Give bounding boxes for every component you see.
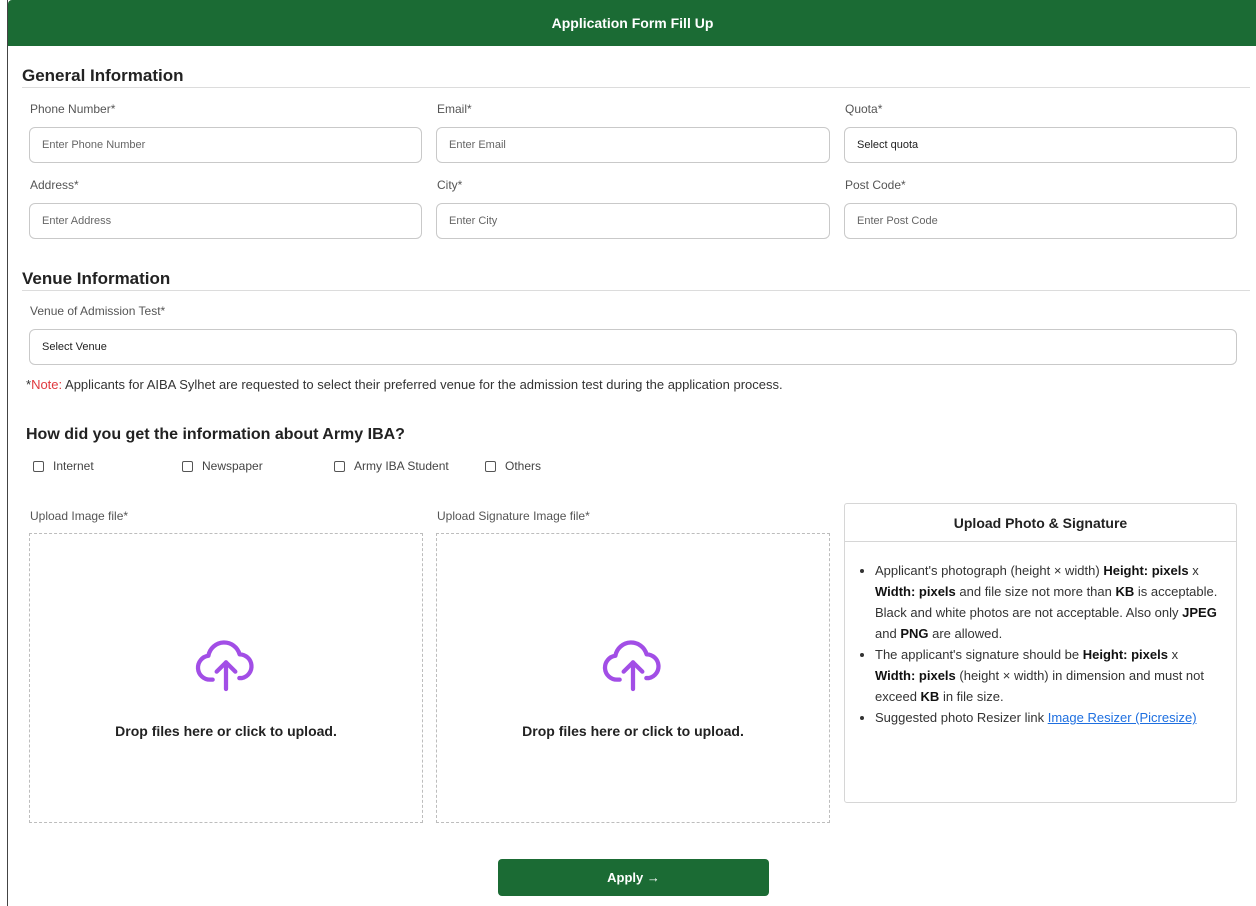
- info-bold: PNG: [900, 626, 929, 641]
- venue-info-divider: [22, 290, 1250, 291]
- info-list: Applicant's photograph (height × width) …: [845, 542, 1236, 728]
- signature-drop-text: Drop files here or click to upload.: [522, 723, 744, 739]
- cloud-upload-icon: [602, 640, 661, 692]
- email-input[interactable]: Enter Email: [436, 127, 830, 163]
- venue-note: *Note: Applicants for AIBA Sylhet are re…: [26, 377, 783, 392]
- phone-label: Phone Number*: [30, 102, 116, 116]
- email-label: Email*: [437, 102, 472, 116]
- info-resizer-rule: Suggested photo Resizer link Image Resiz…: [875, 707, 1220, 728]
- info-photo-rule: Applicant's photograph (height × width) …: [875, 560, 1220, 644]
- general-info-title: General Information: [22, 66, 184, 85]
- info-bold: KB: [920, 689, 940, 704]
- info-title: Upload Photo & Signature: [845, 504, 1236, 542]
- internet-label: Internet: [53, 459, 94, 473]
- info-text: x: [1188, 563, 1199, 578]
- image-resizer-link[interactable]: Image Resizer (Picresize): [1048, 710, 1197, 725]
- army-iba-student-checkbox[interactable]: [334, 460, 345, 472]
- venue-select[interactable]: Select Venue: [29, 329, 1237, 365]
- address-label: Address*: [30, 178, 79, 192]
- newspaper-checkbox[interactable]: [182, 460, 193, 472]
- quota-label: Quota*: [845, 102, 883, 116]
- image-drop-text: Drop files here or click to upload.: [115, 723, 337, 739]
- quota-select[interactable]: Select quota: [844, 127, 1237, 163]
- option-army-iba-student[interactable]: Army IBA Student: [334, 459, 449, 473]
- info-text: and: [875, 626, 901, 641]
- info-bold: JPEG: [1182, 605, 1217, 620]
- info-text: Applicant's photograph (height × width): [875, 563, 1104, 578]
- army-iba-student-label: Army IBA Student: [354, 459, 449, 473]
- info-bold: KB: [1115, 584, 1135, 599]
- upload-signature-label: Upload Signature Image file*: [437, 509, 590, 523]
- photo-signature-info: Upload Photo & Signature Applicant's pho…: [844, 503, 1237, 803]
- venue-label: Venue of Admission Test*: [30, 304, 166, 318]
- info-text: x: [1167, 647, 1179, 662]
- signature-dropzone[interactable]: Drop files here or click to upload.: [436, 533, 830, 823]
- source-question: How did you get the information about Ar…: [26, 426, 405, 443]
- venue-info-title: Venue Information: [22, 269, 171, 288]
- internet-checkbox[interactable]: [33, 460, 44, 472]
- address-input[interactable]: Enter Address: [29, 203, 422, 239]
- application-form-card: Application Form Fill Up General Informa…: [7, 0, 1256, 906]
- info-text: in file size.: [939, 689, 1004, 704]
- option-others[interactable]: Others: [485, 459, 541, 473]
- form-title: Application Form Fill Up: [551, 15, 714, 31]
- option-newspaper[interactable]: Newspaper: [182, 459, 263, 473]
- info-text: The applicant's signature should be: [875, 647, 1083, 662]
- cloud-upload-icon: [195, 640, 254, 692]
- note-text: Applicants for AIBA Sylhet are requested…: [62, 377, 783, 392]
- info-bold: Height: pixels: [1082, 647, 1168, 662]
- note-label: Note:: [31, 377, 63, 392]
- city-label: City*: [437, 178, 463, 192]
- others-label: Others: [505, 459, 542, 473]
- postcode-input[interactable]: Enter Post Code: [844, 203, 1237, 239]
- upload-image-label: Upload Image file*: [30, 509, 129, 523]
- phone-input[interactable]: Enter Phone Number: [29, 127, 422, 163]
- option-internet[interactable]: Internet: [33, 459, 94, 473]
- info-signature-rule: The applicant's signature should be Heig…: [875, 644, 1220, 707]
- info-bold: Width: pixels: [875, 584, 956, 599]
- info-text: and file size not more than: [955, 584, 1116, 599]
- others-checkbox[interactable]: [485, 460, 496, 472]
- city-input[interactable]: Enter City: [436, 203, 830, 239]
- apply-button[interactable]: Apply →: [498, 859, 769, 896]
- info-bold: Width: pixels: [875, 668, 956, 683]
- info-text: Suggested photo Resizer link: [875, 710, 1048, 725]
- info-text: are allowed.: [928, 626, 1003, 641]
- postcode-label: Post Code*: [845, 178, 906, 192]
- form-header: Application Form Fill Up: [8, 0, 1256, 46]
- general-info-divider: [22, 87, 1250, 88]
- newspaper-label: Newspaper: [202, 459, 263, 473]
- info-bold: Height: pixels: [1103, 563, 1189, 578]
- image-dropzone[interactable]: Drop files here or click to upload.: [29, 533, 423, 823]
